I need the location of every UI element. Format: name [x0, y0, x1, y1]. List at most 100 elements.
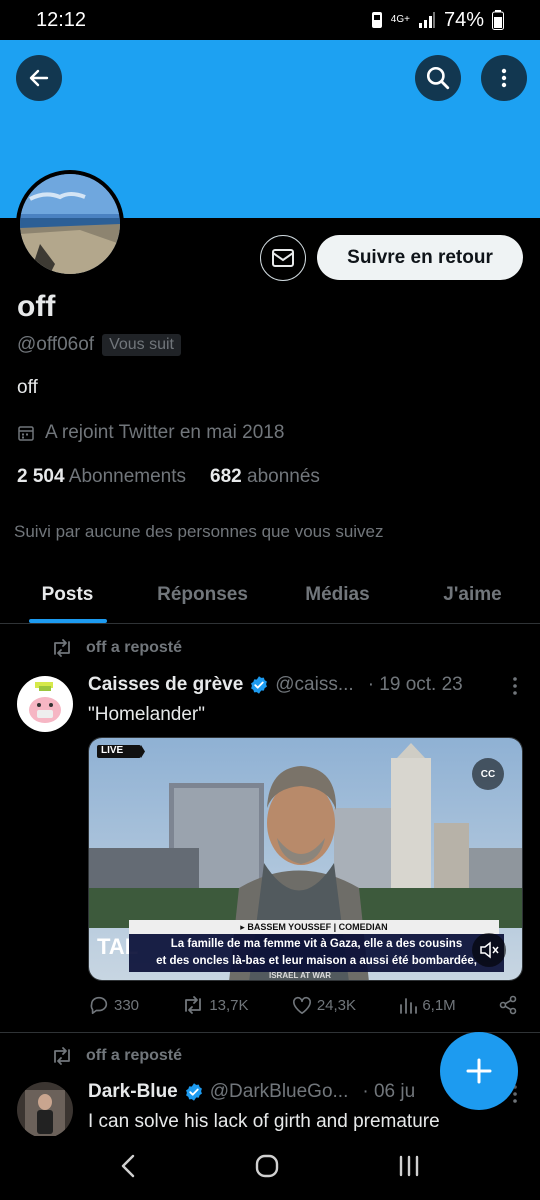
tweet-more-button[interactable]	[512, 676, 518, 702]
tweet-avatar[interactable]	[17, 1082, 73, 1138]
verified-badge-icon	[185, 1083, 202, 1101]
verified-badge-icon	[251, 676, 268, 694]
like-button[interactable]: 24,3K	[291, 995, 356, 1015]
share-icon	[499, 995, 517, 1015]
tweet-date: · 06 ju	[362, 1081, 416, 1102]
status-time: 12:12	[36, 8, 87, 31]
more-vertical-icon	[501, 68, 507, 88]
chevron-left-icon	[121, 1154, 134, 1177]
tweet-author-handle: @caiss...	[275, 674, 354, 695]
joined-text: A rejoint Twitter en mai 2018	[45, 422, 285, 443]
ticker-bottom-text: ISRAEL AT WAR	[269, 971, 332, 980]
home-circle-icon	[255, 1154, 279, 1177]
tab-likes[interactable]: J'aime	[405, 566, 540, 623]
profile-name: off	[17, 290, 56, 323]
battery-icon	[492, 10, 504, 30]
avatar-beach-image	[20, 174, 120, 274]
more-vertical-icon	[513, 677, 517, 695]
followers-label: abonnés	[247, 466, 320, 487]
back-button[interactable]	[16, 55, 62, 101]
video-caption: La famille de ma femme vit à Gaza, elle …	[129, 934, 504, 972]
followed-by-text: Suivi par aucune des personnes que vous …	[14, 522, 384, 541]
mute-button[interactable]	[472, 933, 506, 967]
caption-line-1: La famille de ma femme vit à Gaza, elle …	[170, 938, 463, 950]
nav-recents-button[interactable]	[397, 1154, 421, 1183]
nav-home-button[interactable]	[254, 1153, 280, 1184]
cc-label: CC	[480, 768, 496, 780]
following-label: Abonnements	[68, 466, 187, 487]
lower-third-text: ▸ BASSEM YOUSSEF | COMEDIAN	[240, 922, 388, 932]
tab-replies[interactable]: Réponses	[135, 566, 270, 623]
follow-counts: 2 504 Abonnements 682 abonnés	[17, 466, 320, 488]
tweet-actions: 330 13,7K 24,3K 6,1M	[88, 994, 518, 1016]
live-badge: LIVE	[101, 745, 124, 756]
following-link[interactable]: 2 504 Abonnements	[17, 466, 186, 488]
calendar-icon	[18, 426, 34, 441]
tweet-avatar[interactable]	[17, 676, 73, 732]
cc-button[interactable]: CC	[472, 758, 504, 790]
followers-link[interactable]: 682 abonnés	[210, 466, 320, 488]
reply-button[interactable]: 330	[88, 994, 139, 1016]
following-count: 2 504	[17, 466, 65, 487]
followers-count: 682	[210, 466, 242, 487]
tab-posts[interactable]: Posts	[0, 566, 135, 623]
repost-label: off a reposté	[86, 639, 183, 656]
follow-back-button[interactable]: Suivre en retour	[317, 235, 523, 280]
follows-you-badge: Vous suit	[102, 334, 181, 356]
message-button[interactable]	[260, 235, 306, 281]
reply-count: 330	[114, 996, 140, 1014]
heart-icon	[292, 996, 311, 1014]
repost-indicator: off a reposté	[50, 1046, 182, 1066]
reply-icon	[90, 996, 108, 1015]
profile-handle: @off06of	[17, 334, 95, 355]
repost-label: off a reposté	[86, 1047, 183, 1064]
handle-row: @off06of Vous suit	[17, 334, 181, 356]
ticker-bottom: ISRAEL AT WAR	[269, 971, 331, 980]
network-type: 4G+	[390, 14, 410, 25]
dark-blue-avatar	[17, 1082, 73, 1138]
tweet-video[interactable]: LIVE CC ▸ BASSEM YOUSSEF | COMEDIAN TAL …	[88, 737, 523, 981]
tweet-author-handle: @DarkBlueGo...	[209, 1081, 349, 1102]
repost-icon	[54, 1047, 70, 1065]
recents-icon	[400, 1155, 419, 1176]
tab-media[interactable]: Médias	[270, 566, 405, 623]
tweet-divider	[0, 1032, 540, 1033]
compose-button[interactable]	[440, 1032, 518, 1110]
profile-tabs: Posts Réponses Médias J'aime	[0, 566, 540, 624]
views-button[interactable]: 6,1M	[398, 995, 456, 1015]
tweet-header: Caisses de grève @caiss... · 19 oct. 23	[88, 674, 520, 696]
profile-bio: off	[17, 377, 38, 398]
signal-icon	[418, 12, 435, 28]
repost-icon	[54, 639, 70, 657]
share-button[interactable]	[498, 995, 518, 1015]
nav-back-button[interactable]	[119, 1153, 137, 1184]
system-nav-bar	[0, 1136, 540, 1200]
tweet-author-name[interactable]: Dark-Blue	[88, 1081, 178, 1103]
caption-line-2: et des oncles là-bas et leur maison a au…	[156, 955, 477, 967]
tweet-date: · 19 oct. 23	[367, 674, 463, 695]
plus-icon	[466, 1058, 492, 1084]
mail-icon	[272, 249, 294, 267]
repost-icon	[185, 996, 202, 1014]
views-chart-icon	[400, 998, 418, 1014]
tweet-text: I can solve his lack of girth and premat…	[88, 1111, 440, 1132]
lower-third-name: ▸ BASSEM YOUSSEF | COMEDIAN	[129, 920, 499, 934]
search-button[interactable]	[415, 55, 461, 101]
tweet-text: "Homelander"	[88, 704, 205, 725]
more-options-button[interactable]	[481, 55, 527, 101]
repost-button[interactable]: 13,7K	[181, 995, 249, 1015]
tweet-author-name[interactable]: Caisses de grève	[88, 674, 243, 696]
profile-avatar[interactable]	[16, 170, 124, 278]
piggy-bank-avatar	[17, 676, 73, 732]
views-count: 6,1M	[422, 996, 456, 1014]
battery-percent: 74%	[443, 8, 484, 31]
repost-indicator: off a reposté	[50, 638, 182, 658]
repost-count: 13,7K	[209, 996, 249, 1014]
muted-speaker-icon	[480, 941, 499, 959]
sim-icon	[371, 12, 382, 28]
joined-date: A rejoint Twitter en mai 2018	[17, 422, 284, 444]
status-icons: 4G+ 74%	[371, 9, 504, 32]
status-bar: 12:12 4G+ 74%	[0, 0, 540, 40]
like-count: 24,3K	[316, 996, 357, 1014]
search-icon	[426, 66, 450, 90]
